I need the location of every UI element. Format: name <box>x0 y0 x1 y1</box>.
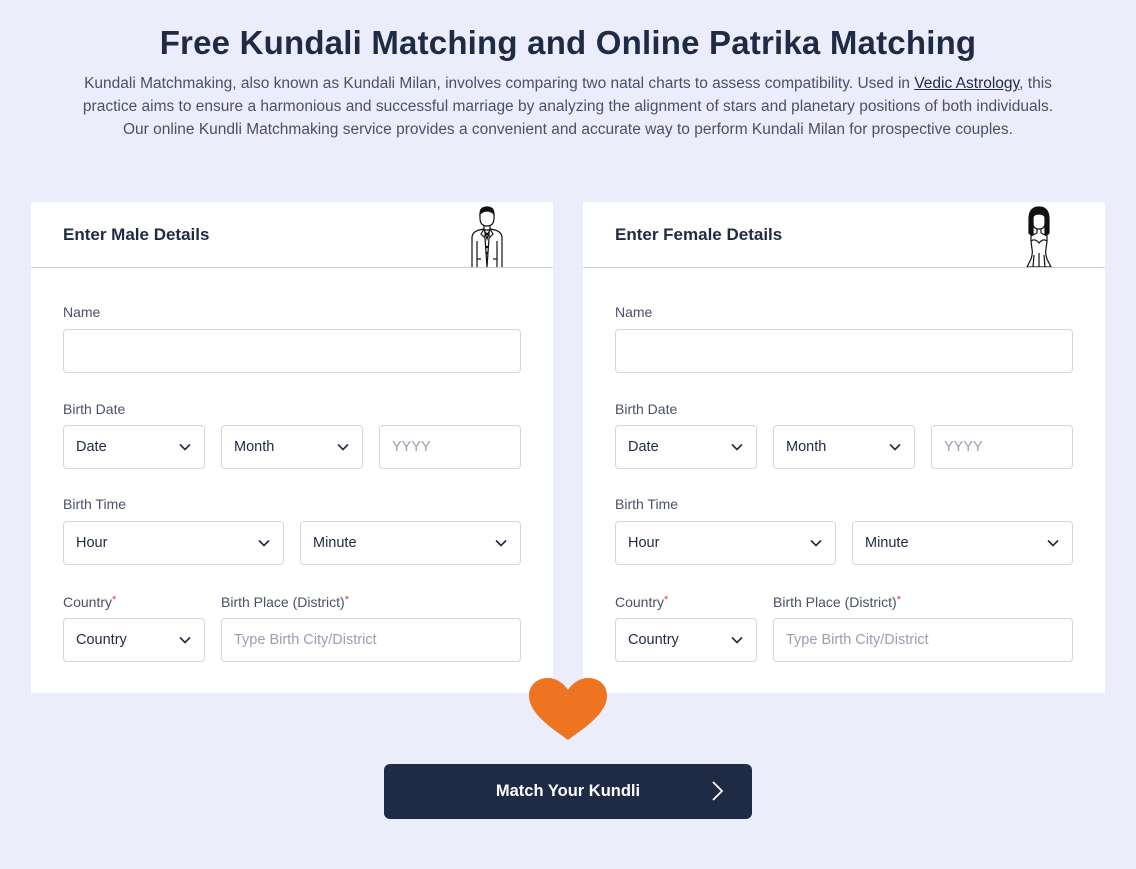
male-birth-place-label: Birth Place (District)* <box>221 594 349 610</box>
male-birth-place-label-text: Birth Place (District) <box>221 594 345 610</box>
female-country-select[interactable]: Country <box>615 618 757 662</box>
male-date-select-value: Date <box>76 439 107 455</box>
female-minute-select-value: Minute <box>865 535 909 551</box>
male-country-select-value: Country <box>76 632 127 648</box>
heart-icon <box>529 678 607 740</box>
female-birth-place-input[interactable]: Type Birth City/District <box>773 618 1073 662</box>
chevron-down-icon <box>179 443 191 451</box>
bride-icon <box>1026 206 1052 267</box>
female-card-header: Enter Female Details <box>583 202 1105 268</box>
male-minute-select-value: Minute <box>313 535 357 551</box>
chevron-down-icon <box>810 539 822 547</box>
match-kundli-button-label: Match Your Kundli <box>495 782 641 800</box>
female-minute-select[interactable]: Minute <box>852 521 1073 565</box>
female-birth-place-label: Birth Place (District)* <box>773 594 901 610</box>
chevron-down-icon <box>731 443 743 451</box>
male-hour-select[interactable]: Hour <box>63 521 284 565</box>
chevron-down-icon <box>889 443 901 451</box>
groom-icon <box>471 206 503 267</box>
female-hour-select-value: Hour <box>628 535 660 551</box>
female-date-select-value: Date <box>628 439 659 455</box>
female-hour-select[interactable]: Hour <box>615 521 836 565</box>
chevron-down-icon <box>731 636 743 644</box>
male-country-label: Country* <box>63 594 116 610</box>
male-date-select[interactable]: Date <box>63 425 205 469</box>
male-year-placeholder: YYYY <box>392 439 431 455</box>
chevron-down-icon <box>258 539 270 547</box>
female-name-label: Name <box>615 304 653 320</box>
female-country-label: Country* <box>615 594 668 610</box>
male-birth-date-label: Birth Date <box>63 401 126 417</box>
intro-text: Kundali Matchmaking, also known as Kunda… <box>84 75 915 92</box>
male-card-title: Enter Male Details <box>63 225 210 244</box>
male-name-input[interactable] <box>63 329 521 373</box>
vedic-astrology-link[interactable]: Vedic Astrology <box>914 75 1019 92</box>
female-card-title: Enter Female Details <box>615 225 783 244</box>
male-hour-select-value: Hour <box>76 535 108 551</box>
chevron-down-icon <box>1047 539 1059 547</box>
female-year-input[interactable]: YYYY <box>931 425 1073 469</box>
chevron-right-icon <box>712 781 724 801</box>
female-details-card: Enter Female Details Name Birth Date Dat… <box>583 202 1105 693</box>
male-minute-select[interactable]: Minute <box>300 521 521 565</box>
male-birth-time-label: Birth Time <box>63 496 127 512</box>
chevron-down-icon <box>179 636 191 644</box>
male-details-card: Enter Male Details Name Birth Date Date … <box>31 202 553 693</box>
female-country-label-text: Country <box>615 594 665 610</box>
male-month-select[interactable]: Month <box>221 425 363 469</box>
female-birth-date-label: Birth Date <box>615 401 678 417</box>
male-name-label: Name <box>63 304 101 320</box>
female-month-select-value: Month <box>786 439 827 455</box>
male-birth-place-input[interactable]: Type Birth City/District <box>221 618 521 662</box>
male-birth-place-placeholder: Type Birth City/District <box>234 632 377 648</box>
male-year-input[interactable]: YYYY <box>379 425 521 469</box>
female-country-select-value: Country <box>628 632 679 648</box>
page-title: Free Kundali Matching and Online Patrika… <box>159 24 977 61</box>
match-kundli-button[interactable]: Match Your Kundli <box>384 764 752 819</box>
female-date-select[interactable]: Date <box>615 425 757 469</box>
male-month-select-value: Month <box>234 439 275 455</box>
male-country-label-text: Country <box>63 594 113 610</box>
required-mark: * <box>344 594 349 606</box>
required-mark: * <box>112 594 117 606</box>
chevron-down-icon <box>495 539 507 547</box>
male-card-header: Enter Male Details <box>31 202 553 268</box>
female-year-placeholder: YYYY <box>944 439 983 455</box>
female-month-select[interactable]: Month <box>773 425 915 469</box>
required-mark: * <box>896 594 901 606</box>
female-name-input[interactable] <box>615 329 1073 373</box>
female-birth-place-label-text: Birth Place (District) <box>773 594 897 610</box>
intro-paragraph: Kundali Matchmaking, also known as Kunda… <box>72 72 1064 141</box>
male-country-select[interactable]: Country <box>63 618 205 662</box>
female-birth-time-label: Birth Time <box>615 496 679 512</box>
chevron-down-icon <box>337 443 349 451</box>
female-birth-place-placeholder: Type Birth City/District <box>786 632 929 648</box>
required-mark: * <box>664 594 669 606</box>
